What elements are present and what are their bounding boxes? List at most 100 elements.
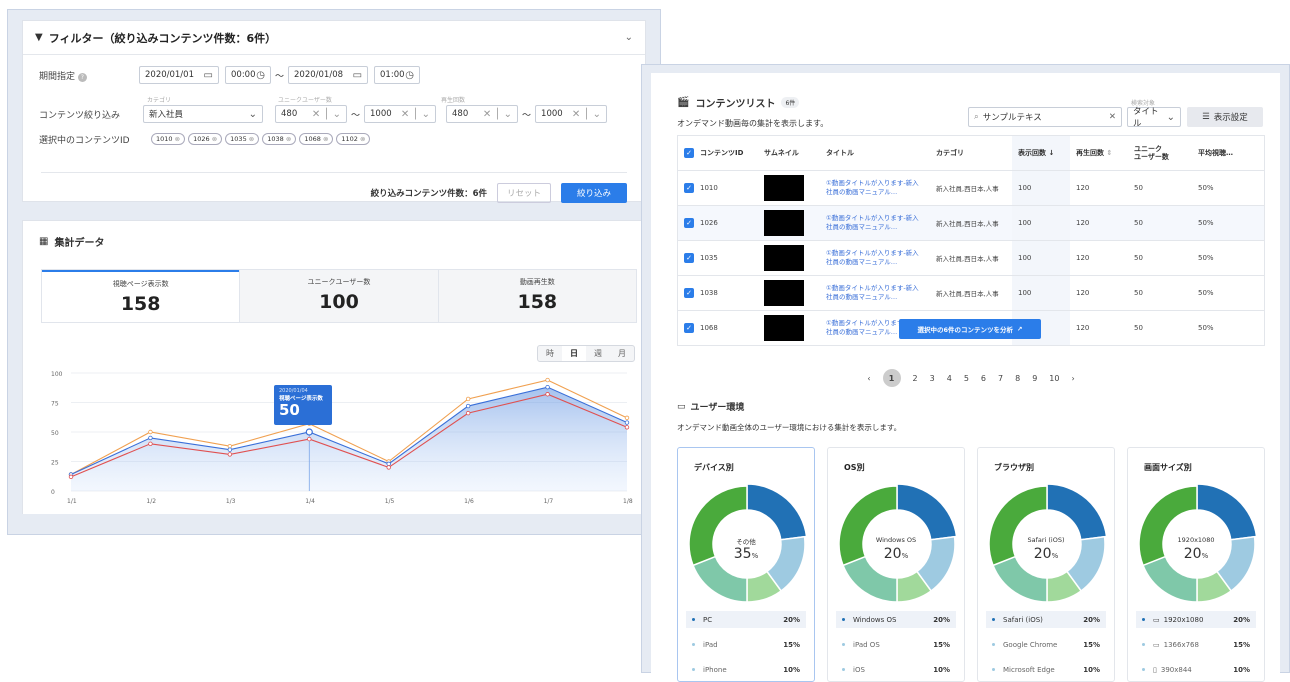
legend-item[interactable]: iPad 15% [686, 636, 806, 653]
remove-icon[interactable]: ⊗ [249, 135, 254, 143]
col-views[interactable]: 表示回数 ↓ [1012, 136, 1070, 171]
id-chip[interactable]: 1035 ⊗ [225, 133, 260, 145]
col-avg[interactable]: 平均視聴… [1192, 136, 1264, 171]
title-cell[interactable]: ①動画タイトルが入ります-新入社員の動画マニュアル… [820, 275, 930, 311]
remove-icon[interactable]: ⊗ [323, 135, 328, 143]
row-checkbox[interactable]: ✓ [684, 217, 694, 228]
legend-item[interactable]: Google Chrome 15% [986, 636, 1106, 653]
end-date-input[interactable]: 2020/01/08 ▭ [288, 66, 369, 84]
id-chip[interactable]: 1010 ⊗ [151, 133, 186, 145]
filter-header[interactable]: ▼ フィルター（絞り込みコンテンツ件数：6件） ⌄ [23, 21, 645, 55]
row-id-cell[interactable]: ✓ 1026 [678, 205, 758, 241]
play-min-input[interactable]: 480 ✕ │ ⌄ [446, 105, 519, 123]
title-link[interactable]: ①動画タイトルが入ります-新入社員の動画マニュアル… [826, 179, 924, 196]
legend-item[interactable]: PC 20% [686, 611, 806, 628]
end-time-input[interactable]: 01:00 ◷ [374, 66, 421, 84]
title-link[interactable]: ①動画タイトルが入ります-新入社員の動画マニュアル… [826, 214, 924, 231]
legend-item[interactable]: iPad OS 15% [836, 636, 956, 653]
id-chip[interactable]: 1038 ⊗ [262, 133, 297, 145]
env-card[interactable]: デバイス別 その他 35% PC 20% iPad 15% iPhone 10% [677, 447, 815, 682]
sort-icon[interactable]: ⇕ [1106, 149, 1112, 157]
category-select[interactable]: 新入社員 ⌄ [143, 105, 263, 123]
title-link[interactable]: ①動画タイトルが入ります-新入社員の動画マニュアル… [826, 249, 924, 266]
chevron-down-icon[interactable]: ⌄ [249, 109, 257, 120]
page-number[interactable]: 1 [882, 369, 901, 387]
data-point[interactable] [148, 429, 153, 435]
table-row[interactable]: ✓ 1010 ①動画タイトルが入ります-新入社員の動画マニュアル… 新入社員,西日本,… [678, 170, 1264, 206]
page-number[interactable]: 8 [1015, 374, 1020, 383]
row-id-cell[interactable]: ✓ 1038 [678, 275, 758, 311]
donut-slice[interactable] [842, 555, 898, 603]
data-point[interactable] [227, 443, 233, 449]
thumbnail[interactable] [764, 174, 804, 201]
title-cell[interactable]: ①動画タイトルが入ります-新入社員の動画マニュアル… [820, 240, 930, 276]
col-users[interactable]: ユニーク ユーザー数 [1128, 136, 1192, 171]
segment-week[interactable]: 週 [586, 346, 610, 361]
thumbnail[interactable] [764, 244, 804, 271]
col-id[interactable]: ✓ コンテンツID [678, 136, 758, 171]
data-point[interactable] [386, 461, 391, 467]
remove-icon[interactable]: ⊗ [286, 135, 291, 143]
next-page-icon[interactable]: › [1071, 374, 1074, 383]
calendar-icon[interactable]: ▭ [353, 70, 362, 81]
legend-item[interactable]: Windows OS 20% [836, 611, 956, 628]
row-checkbox[interactable]: ✓ [684, 252, 694, 263]
data-point[interactable] [465, 396, 471, 402]
page-number[interactable]: 9 [1032, 374, 1037, 383]
legend-item[interactable]: iOS 10% [836, 661, 956, 678]
prev-page-icon[interactable]: ‹ [867, 374, 870, 383]
clock-icon[interactable]: ◷ [405, 70, 414, 81]
sort-desc-icon[interactable]: ↓ [1048, 149, 1054, 157]
active-point[interactable] [305, 428, 313, 436]
data-point[interactable] [624, 415, 630, 421]
env-card[interactable]: ブラウザ別 Safari (iOS) 20% Safari (iOS) 20% Googl… [977, 447, 1115, 682]
id-chip[interactable]: 1068 ⊗ [299, 133, 334, 145]
env-card[interactable]: 画面サイズ別 1920x1080 20% ▭ 1920x1080 20% ▭ 1366x7… [1127, 447, 1265, 682]
search-target-select[interactable]: タイトル ⌄ [1127, 107, 1181, 129]
col-plays[interactable]: 再生回数 ⇕ [1070, 136, 1128, 171]
title-cell[interactable]: ①動画タイトルが入ります-新入社員の動画マニュアル… [820, 170, 930, 206]
legend-item[interactable]: iPhone 10% [686, 661, 806, 678]
page-number[interactable]: 3 [930, 374, 935, 383]
page-number[interactable]: 6 [981, 374, 986, 383]
legend-item[interactable]: ▭ 1920x1080 20% [1136, 611, 1256, 628]
remove-icon[interactable]: ⊗ [175, 135, 180, 143]
tile-page-views[interactable]: 視聴ページ表示数 158 [42, 270, 240, 322]
data-point[interactable] [465, 410, 471, 416]
row-id-cell[interactable]: ✓ 1068 [678, 310, 758, 346]
row-id-cell[interactable]: ✓ 1010 [678, 170, 758, 206]
page-number[interactable]: 5 [964, 374, 969, 383]
clear-icon[interactable]: ✕ │ ⌄ [401, 109, 430, 120]
data-point[interactable] [307, 436, 312, 442]
legend-item[interactable]: Microsoft Edge 10% [986, 661, 1106, 678]
clear-icon[interactable]: ✕ │ ⌄ [483, 109, 512, 120]
row-id-cell[interactable]: ✓ 1035 [678, 240, 758, 276]
start-date-input[interactable]: 2020/01/01 ▭ [139, 66, 219, 84]
tile-video-plays[interactable]: 動画再生数 158 [437, 270, 636, 322]
data-point[interactable] [545, 377, 550, 383]
page-number[interactable]: 7 [998, 374, 1003, 383]
id-chip[interactable]: 1102 ⊗ [336, 133, 371, 145]
page-number[interactable]: 10 [1049, 374, 1059, 383]
title-link[interactable]: ①動画タイトルが入ります-新入社員の動画マニュアル… [826, 284, 924, 301]
data-point[interactable] [624, 420, 630, 425]
env-card[interactable]: OS別 Windows OS 20% Windows OS 20% iPad OS 15% i… [827, 447, 965, 682]
clear-icon[interactable]: ✕ [1109, 112, 1116, 122]
table-row[interactable]: ✓ 1026 ①動画タイトルが入ります-新入社員の動画マニュアル… 新入社員,西日本,… [678, 205, 1264, 241]
data-point[interactable] [227, 447, 233, 452]
data-point[interactable] [624, 425, 630, 430]
page-number[interactable]: 2 [913, 374, 918, 383]
donut-slice[interactable] [992, 555, 1048, 603]
clear-icon[interactable]: ✕ │ ⌄ [572, 109, 601, 120]
legend-item[interactable]: ▯ 390x844 10% [1136, 661, 1256, 678]
apply-filter-button[interactable]: 絞り込み [561, 183, 627, 203]
thumbnail[interactable] [764, 279, 804, 306]
chevron-down-icon[interactable]: ⌄ [1167, 112, 1175, 123]
reset-button[interactable]: リセット [497, 183, 551, 203]
segment-hour[interactable]: 時 [538, 346, 562, 361]
remove-icon[interactable]: ⊗ [212, 135, 217, 143]
donut-slice[interactable] [746, 484, 808, 541]
display-settings-button[interactable]: ☰ 表示設定 [1187, 107, 1263, 127]
clock-icon[interactable]: ◷ [256, 70, 265, 81]
row-checkbox[interactable]: ✓ [684, 287, 694, 298]
